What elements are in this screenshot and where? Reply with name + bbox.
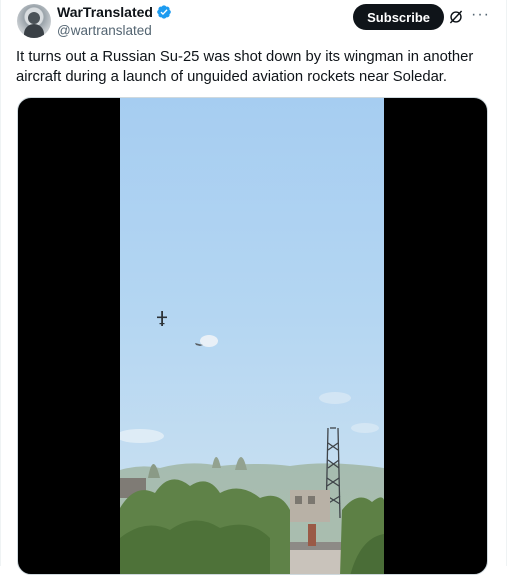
handle[interactable]: @wartranslated bbox=[57, 23, 172, 38]
video-frame[interactable] bbox=[120, 98, 384, 574]
subscribe-button[interactable]: Subscribe bbox=[353, 4, 444, 30]
video-player[interactable] bbox=[17, 97, 488, 575]
verified-badge-icon bbox=[157, 5, 171, 19]
tweet-header: WarTranslated @wartranslated Subscribe ·… bbox=[15, 2, 492, 40]
video-scene bbox=[120, 311, 384, 574]
avatar-body bbox=[24, 24, 44, 38]
aircraft-1-icon bbox=[157, 311, 167, 326]
tweet-card[interactable]: WarTranslated @wartranslated Subscribe ·… bbox=[0, 0, 507, 575]
smoke-puff bbox=[200, 335, 218, 347]
display-name[interactable]: WarTranslated bbox=[57, 4, 153, 20]
author-info[interactable]: WarTranslated @wartranslated bbox=[57, 3, 172, 38]
tweet-text: It turns out a Russian Su-25 was shot do… bbox=[16, 49, 474, 85]
avatar-head bbox=[28, 12, 40, 24]
grok-icon[interactable] bbox=[448, 9, 464, 25]
more-icon[interactable]: ··· bbox=[471, 5, 490, 25]
avatar[interactable] bbox=[17, 4, 51, 38]
name-row: WarTranslated bbox=[57, 3, 172, 21]
